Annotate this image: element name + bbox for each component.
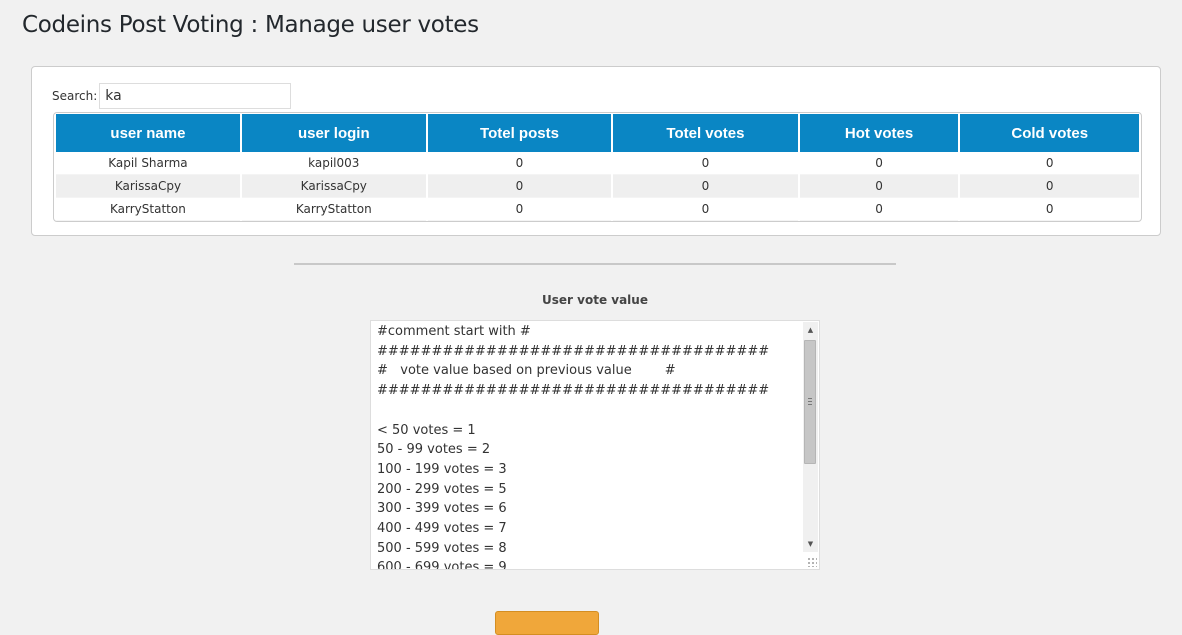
- column-header-total-votes[interactable]: Totel votes: [613, 114, 798, 152]
- vote-value-textarea[interactable]: #comment start with # ##################…: [370, 320, 820, 570]
- cell-cold-votes: 0: [960, 198, 1139, 221]
- cell-total-posts: 0: [427, 152, 612, 175]
- section-divider: [294, 263, 896, 265]
- cell-user-name: KarryStatton: [56, 198, 240, 221]
- user-votes-table: user name user login Totel posts Totel v…: [54, 114, 1141, 221]
- cell-total-votes: 0: [613, 198, 798, 221]
- cell-total-posts: 0: [427, 175, 612, 198]
- vote-value-text[interactable]: #comment start with # ##################…: [377, 322, 801, 569]
- cell-hot-votes: 0: [799, 198, 959, 221]
- cell-cold-votes: 0: [960, 175, 1139, 198]
- scroll-down-arrow-icon[interactable]: ▼: [803, 536, 818, 552]
- cell-total-votes: 0: [613, 175, 798, 198]
- column-header-total-posts[interactable]: Totel posts: [427, 114, 612, 152]
- user-votes-table-wrap: user name user login Totel posts Totel v…: [53, 112, 1142, 222]
- search-label: Search:: [52, 89, 98, 103]
- cell-hot-votes: 0: [799, 152, 959, 175]
- scroll-up-arrow-icon[interactable]: ▲: [803, 322, 818, 338]
- table-row: KarryStatton KarryStatton 0 0 0 0: [56, 198, 1139, 221]
- cell-user-login: KarryStatton: [241, 198, 426, 221]
- search-row: Search:: [52, 83, 292, 109]
- cell-user-name: KarissaCpy: [56, 175, 240, 198]
- cell-user-name: Kapil Sharma: [56, 152, 240, 175]
- table-header-row: user name user login Totel posts Totel v…: [56, 114, 1139, 152]
- cell-user-login: KarissaCpy: [241, 175, 426, 198]
- cell-total-posts: 0: [427, 198, 612, 221]
- save-button[interactable]: [495, 611, 599, 635]
- column-header-user-name[interactable]: user name: [56, 114, 240, 152]
- user-votes-panel: Search: user name user login Totel posts…: [31, 66, 1161, 236]
- column-header-cold-votes[interactable]: Cold votes: [960, 114, 1139, 152]
- cell-user-login: kapil003: [241, 152, 426, 175]
- search-input[interactable]: [99, 83, 292, 109]
- page-title: Codeins Post Voting : Manage user votes: [22, 12, 479, 38]
- vote-value-label: User vote value: [542, 293, 648, 307]
- cell-total-votes: 0: [613, 152, 798, 175]
- column-header-hot-votes[interactable]: Hot votes: [799, 114, 959, 152]
- resize-grip-icon[interactable]: [807, 557, 817, 567]
- column-header-user-login[interactable]: user login: [241, 114, 426, 152]
- cell-hot-votes: 0: [799, 175, 959, 198]
- cell-cold-votes: 0: [960, 152, 1139, 175]
- textarea-scrollbar[interactable]: ▲ ▼: [803, 322, 818, 552]
- table-row: KarissaCpy KarissaCpy 0 0 0 0: [56, 175, 1139, 198]
- scroll-thumb[interactable]: [804, 340, 816, 464]
- grip-icon: [808, 398, 812, 405]
- table-row: Kapil Sharma kapil003 0 0 0 0: [56, 152, 1139, 175]
